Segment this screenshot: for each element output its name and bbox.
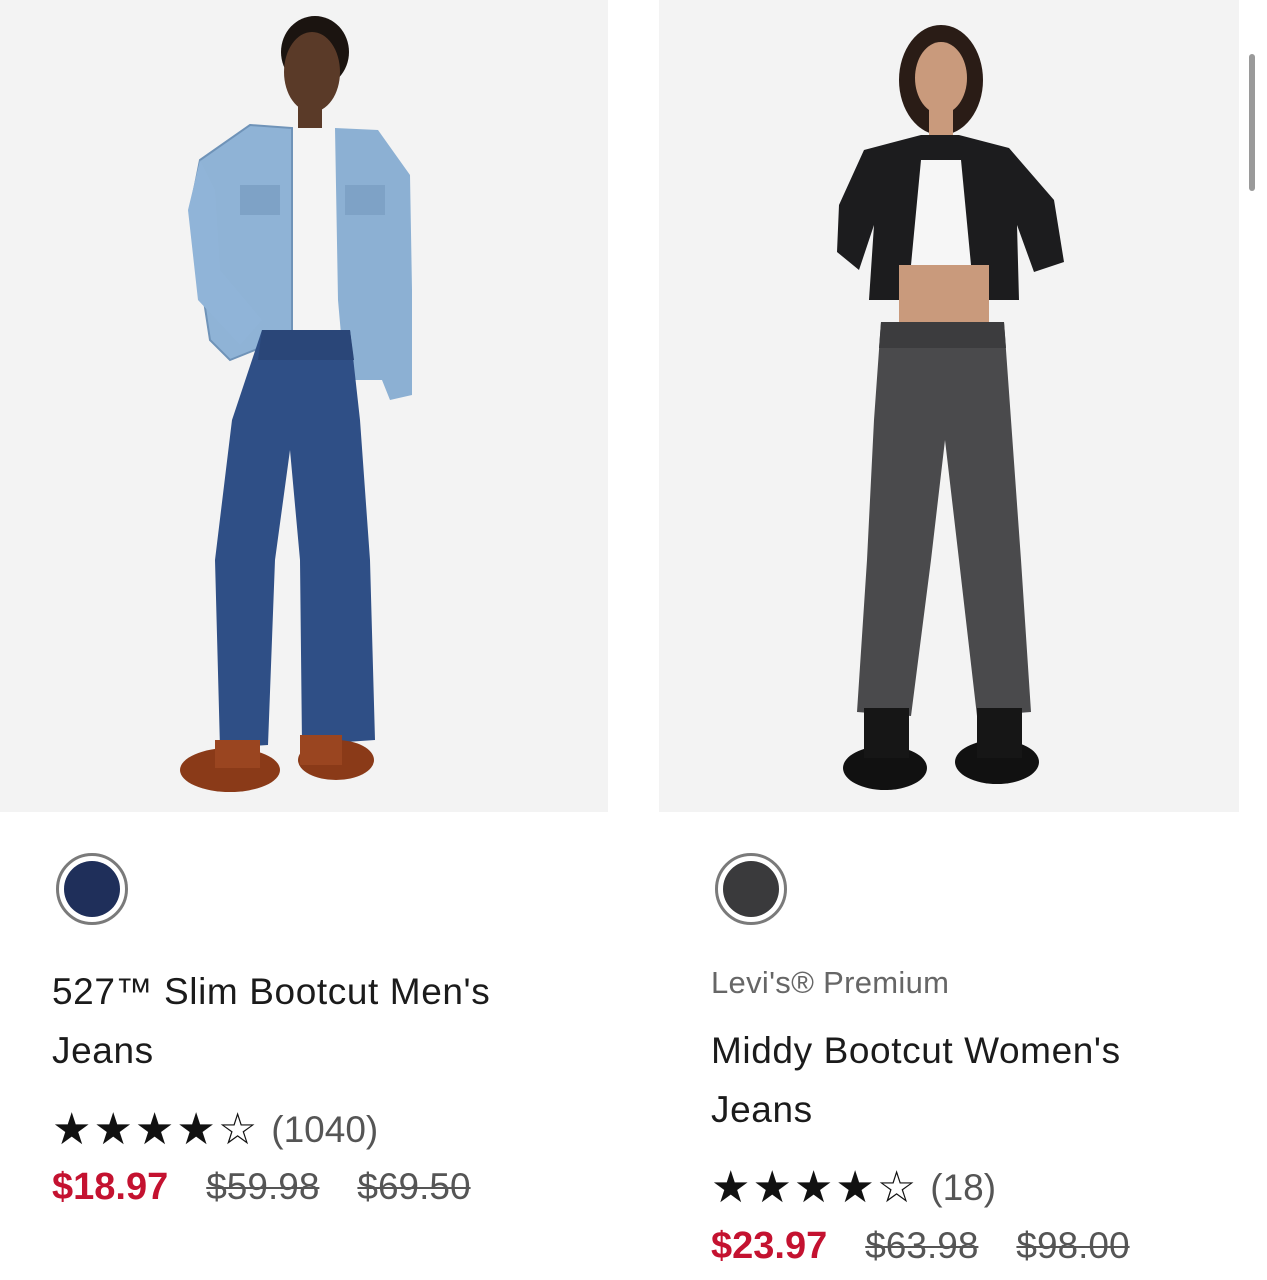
product-card-1[interactable]: Levi's® Premium Middy Bootcut Women's Je… (659, 0, 1239, 1267)
price-row-0: $18.97 $59.98 $69.50 (52, 1166, 471, 1209)
original-price: $59.98 (206, 1166, 320, 1207)
star-filled-icon: ★ (93, 1105, 135, 1154)
star-empty-icon: ☆ (876, 1163, 919, 1212)
color-swatch-1[interactable] (715, 853, 787, 925)
review-count: (18) (930, 1167, 997, 1208)
original-price: $63.98 (865, 1225, 979, 1266)
star-filled-icon: ★ (176, 1105, 218, 1154)
product-image-0[interactable] (0, 0, 608, 812)
star-filled-icon: ★ (793, 1163, 836, 1212)
product-photo-illustration (837, 25, 1064, 790)
review-count: (1040) (271, 1109, 379, 1150)
rating-stars: ★ ★ ★ ★ ☆ (711, 1166, 918, 1210)
product-image-1[interactable] (659, 0, 1239, 812)
sale-price: $23.97 (711, 1225, 828, 1267)
product-title-1[interactable]: Middy Bootcut Women's Jeans (711, 1021, 1121, 1139)
star-filled-icon: ★ (835, 1163, 877, 1212)
color-swatch-0[interactable] (56, 853, 128, 925)
star-empty-icon: ☆ (217, 1105, 260, 1154)
sale-price: $18.97 (52, 1166, 169, 1208)
star-filled-icon: ★ (52, 1105, 94, 1154)
price-row-1: $23.97 $63.98 $98.00 (711, 1225, 1130, 1268)
product-photo-illustration (180, 16, 412, 792)
original-price: $98.00 (1016, 1225, 1130, 1266)
product-rating-0: ★ ★ ★ ★ ☆ (1040) (52, 1108, 378, 1152)
product-card-0[interactable]: 527™ Slim Bootcut Men's Jeans ★ ★ ★ ★ ☆ … (0, 0, 608, 1208)
original-price: $69.50 (357, 1166, 471, 1207)
star-filled-icon: ★ (711, 1163, 753, 1212)
product-rating-1: ★ ★ ★ ★ ☆ (18) (711, 1166, 996, 1210)
brand-label: Levi's® Premium (711, 965, 950, 1000)
swatch-fill (64, 861, 120, 917)
product-title-0[interactable]: 527™ Slim Bootcut Men's Jeans (52, 962, 490, 1080)
vertical-scrollbar[interactable] (1249, 54, 1255, 191)
star-filled-icon: ★ (752, 1163, 794, 1212)
product-title-line2: Jeans (711, 1089, 813, 1130)
product-title-line1: Middy Bootcut Women's (711, 1030, 1121, 1071)
swatch-fill (723, 861, 779, 917)
star-filled-icon: ★ (134, 1105, 177, 1154)
product-title-line2: Jeans (52, 1030, 154, 1071)
product-title-line1: 527™ Slim Bootcut Men's (52, 971, 491, 1012)
rating-stars: ★ ★ ★ ★ ☆ (52, 1108, 259, 1152)
